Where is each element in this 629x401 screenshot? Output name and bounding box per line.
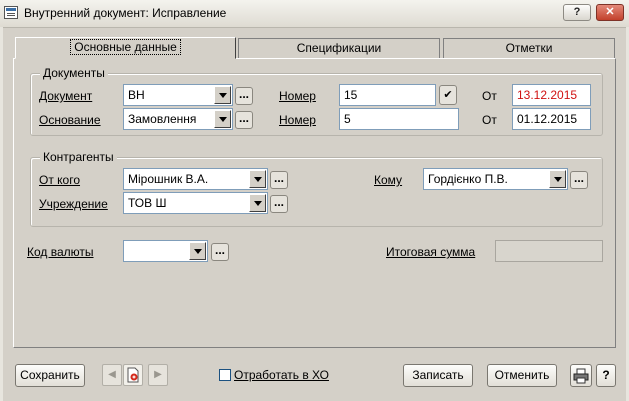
to-whom-label: Кому (374, 173, 403, 187)
basis-value: Замовлення (128, 112, 197, 126)
save-button[interactable]: Сохранить (15, 364, 85, 387)
number2-label: Номер (279, 113, 316, 127)
documents-group-label: Документы (40, 66, 108, 80)
to-whom-value: Гордієнко П.В. (428, 172, 508, 186)
prev-record-button[interactable]: ◀ (102, 364, 122, 386)
window-title: Внутренний документ: Исправление (24, 6, 227, 20)
printer-icon (573, 368, 589, 384)
help-title-button[interactable]: ? (563, 4, 591, 21)
from-whom-combo[interactable]: Мірошник В.А. (123, 168, 268, 190)
cancel-button[interactable]: Отменить (487, 364, 557, 387)
title-bar[interactable]: Внутренний документ: Исправление ? ✕ (0, 0, 629, 28)
new-document-button[interactable] (123, 364, 143, 386)
document-combo[interactable]: ВН (123, 84, 233, 106)
chevron-down-icon[interactable] (249, 194, 266, 212)
contractors-group-label: Контрагенты (40, 150, 117, 164)
chevron-down-icon[interactable] (214, 110, 231, 128)
number-confirm-button[interactable]: ✔ (439, 85, 457, 105)
basis-combo[interactable]: Замовлення (123, 108, 233, 130)
basis-browse-button[interactable]: ... (235, 111, 253, 129)
tab-main-data-label: Основные данные (70, 39, 181, 55)
to-whom-combo[interactable]: Гордієнко П.В. (423, 168, 568, 190)
print-button[interactable] (570, 364, 592, 387)
number2-input[interactable]: 5 (339, 108, 459, 130)
from-whom-value: Мірошник В.А. (128, 172, 209, 186)
number-input[interactable]: 15 (339, 84, 436, 106)
tab-specifications-label: Спецификации (296, 41, 382, 55)
chevron-down-icon[interactable] (549, 170, 566, 188)
tab-marks[interactable]: Отметки (443, 38, 615, 58)
process-label: Отработать в ХО (234, 368, 329, 382)
from-whom-label: От кого (39, 173, 81, 187)
close-button[interactable]: ✕ (596, 4, 624, 21)
from2-date-input[interactable]: 01.12.2015 (512, 108, 591, 130)
tab-specifications[interactable]: Спецификации (238, 38, 440, 58)
basis-label: Основание (39, 113, 101, 127)
next-record-button[interactable]: ▶ (148, 364, 168, 386)
total-field (495, 240, 603, 262)
institution-value: ТОВ Ш (128, 196, 167, 210)
from-whom-browse-button[interactable]: ... (270, 171, 288, 189)
total-label: Итоговая сумма (386, 245, 476, 259)
chevron-down-icon[interactable] (249, 170, 266, 188)
from-label: От (482, 89, 497, 103)
chevron-down-icon[interactable] (189, 242, 206, 260)
currency-browse-button[interactable]: ... (211, 243, 229, 261)
document-label: Документ (39, 89, 93, 103)
record-button[interactable]: Записать (403, 364, 473, 387)
institution-label: Учреждение (39, 197, 108, 211)
window-icon (4, 6, 18, 19)
currency-label: Код валюты (27, 245, 94, 259)
currency-combo[interactable] (123, 240, 208, 262)
number-label: Номер (279, 89, 316, 103)
to-whom-browse-button[interactable]: ... (570, 171, 588, 189)
document-value: ВН (128, 88, 145, 102)
document-browse-button[interactable]: ... (235, 87, 253, 105)
process-checkbox[interactable] (219, 369, 231, 381)
from2-label: От (482, 113, 497, 127)
tab-main-data[interactable]: Основные данные (15, 37, 236, 59)
help-button[interactable]: ? (596, 364, 616, 387)
from-date-input[interactable]: 13.12.2015 (512, 84, 591, 106)
institution-browse-button[interactable]: ... (270, 195, 288, 213)
institution-combo[interactable]: ТОВ Ш (123, 192, 268, 214)
chevron-down-icon[interactable] (214, 86, 231, 104)
tab-marks-label: Отметки (505, 41, 553, 55)
new-document-icon (127, 367, 139, 383)
